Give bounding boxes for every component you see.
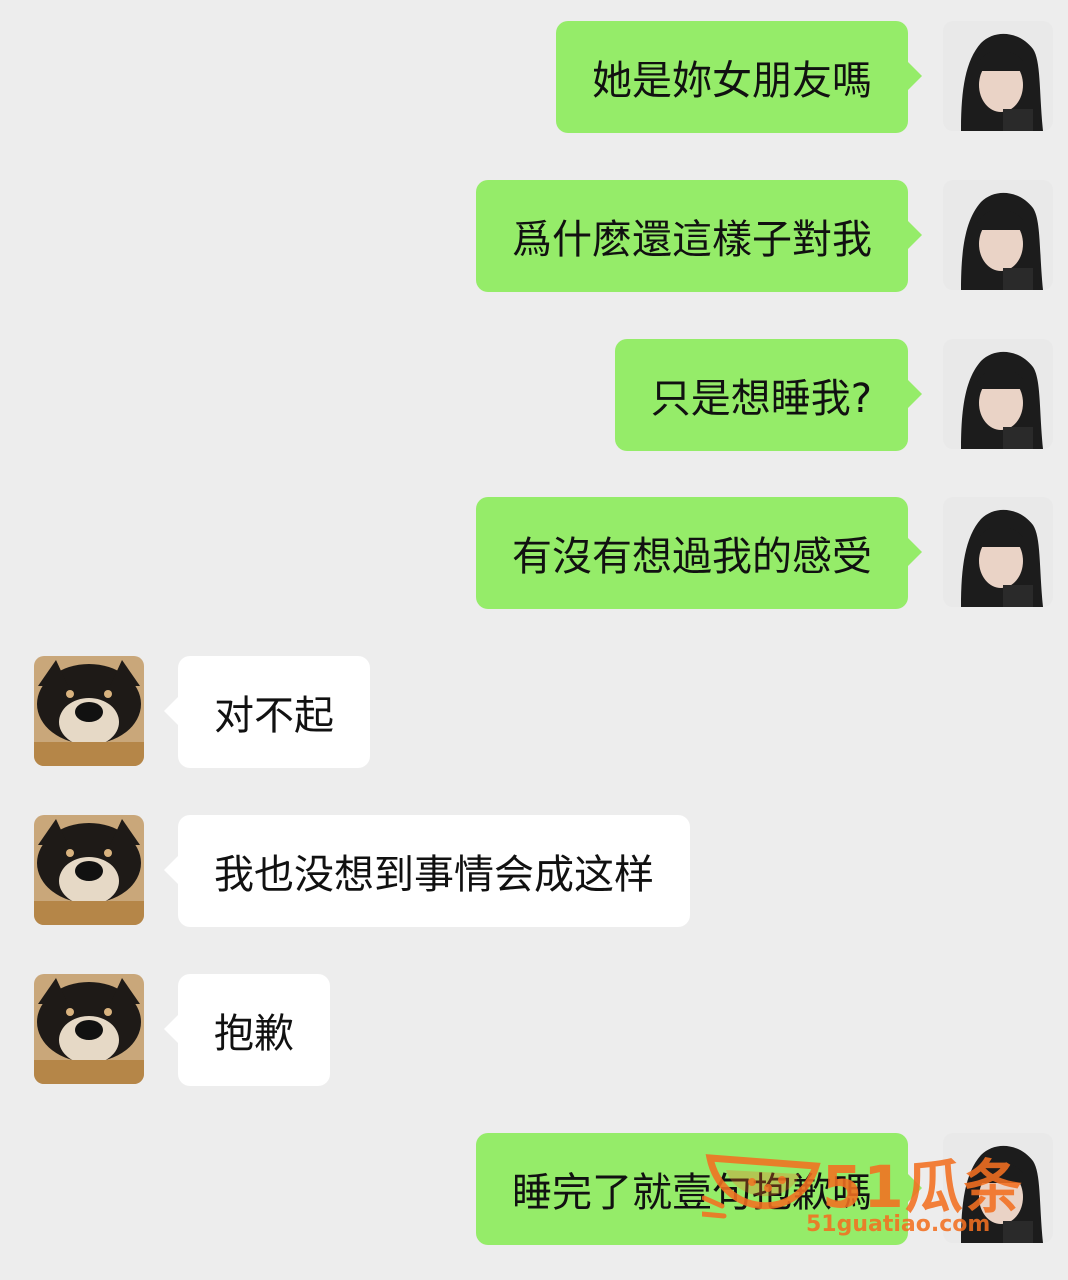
chat-message-row: 抱歉 [0, 974, 1068, 1086]
shiba-dog-avatar[interactable] [34, 815, 144, 925]
chat-message-row: 有沒有想過我的感受 [0, 497, 1068, 609]
girl-portrait-avatar[interactable] [943, 21, 1053, 131]
outgoing-message-bubble[interactable]: 睡完了就壹句抱歉嗎 [476, 1133, 922, 1245]
chat-message-row: 爲什麽還這樣子對我 [0, 180, 1068, 292]
shiba-dog-avatar[interactable] [34, 974, 144, 1084]
chat-message-list[interactable]: 她是妳女朋友嗎 爲什麽還這樣子對我 只是想睡我? 有沒有想過我的感受 对不起 我… [0, 0, 1068, 1280]
incoming-message-bubble[interactable]: 抱歉 [164, 974, 330, 1086]
girl-portrait-avatar[interactable] [943, 1133, 1053, 1243]
girl-portrait-avatar[interactable] [943, 339, 1053, 449]
shiba-dog-avatar[interactable] [34, 656, 144, 766]
outgoing-message-bubble[interactable]: 爲什麽還這樣子對我 [476, 180, 922, 292]
outgoing-message-bubble[interactable]: 有沒有想過我的感受 [476, 497, 922, 609]
incoming-message-bubble[interactable]: 对不起 [164, 656, 370, 768]
incoming-message-bubble[interactable]: 我也没想到事情会成这样 [164, 815, 690, 927]
outgoing-message-bubble[interactable]: 她是妳女朋友嗎 [556, 21, 922, 133]
chat-message-row: 只是想睡我? [0, 339, 1068, 451]
girl-portrait-avatar[interactable] [943, 497, 1053, 607]
chat-message-row: 睡完了就壹句抱歉嗎 [0, 1133, 1068, 1245]
girl-portrait-avatar[interactable] [943, 180, 1053, 290]
outgoing-message-bubble[interactable]: 只是想睡我? [614, 339, 923, 451]
chat-message-row: 对不起 [0, 656, 1068, 768]
chat-message-row: 我也没想到事情会成这样 [0, 815, 1068, 927]
chat-message-row: 她是妳女朋友嗎 [0, 21, 1068, 133]
